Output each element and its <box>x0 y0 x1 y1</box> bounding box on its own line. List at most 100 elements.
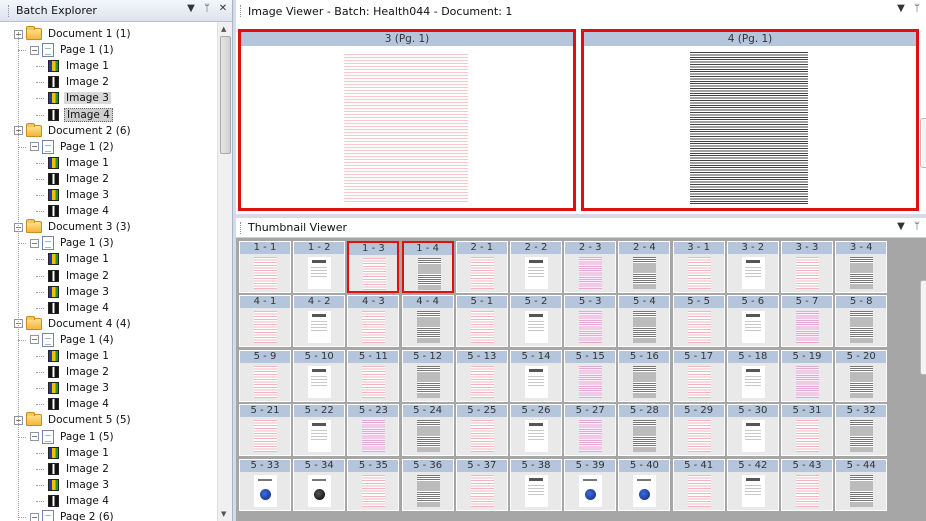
thumbnail-item[interactable]: 5 - 27 <box>564 404 617 457</box>
thumbnail-item[interactable]: 5 - 31 <box>781 404 833 457</box>
thumbnail-item[interactable]: 5 - 35 <box>347 458 400 511</box>
thumbnail-item[interactable]: 2 - 1 <box>455 241 508 293</box>
thumbnail-item[interactable]: 5 - 23 <box>347 404 400 457</box>
thumbnail-item[interactable]: 3 - 1 <box>672 241 725 293</box>
collapse-icon[interactable]: − <box>30 335 39 345</box>
thumbnail-item[interactable]: 5 - 14 <box>510 349 562 402</box>
tree-page-node[interactable]: − Page 1 (1) <box>30 42 116 58</box>
dropdown-icon[interactable]: ▼ <box>896 3 906 14</box>
tree-page-node[interactable]: − Page 1 (3) <box>30 235 116 251</box>
thumbnail-item[interactable]: 5 - 20 <box>835 349 888 402</box>
thumbnail-item[interactable]: 5 - 26 <box>510 404 562 457</box>
thumbnail-item[interactable]: 5 - 18 <box>726 349 779 402</box>
thumbnail-item[interactable]: 1 - 4 <box>401 241 454 293</box>
thumbnail-item[interactable]: 4 - 4 <box>401 295 454 348</box>
tree-image-node[interactable]: Image 1 <box>48 58 111 74</box>
pin-icon[interactable]: ᛘ <box>912 3 922 14</box>
thumbnail-item[interactable]: 5 - 16 <box>618 349 671 402</box>
scroll-down-icon[interactable]: ▼ <box>221 510 226 518</box>
thumbnail-item[interactable]: 5 - 32 <box>835 404 888 457</box>
tree-page-node[interactable]: − Page 1 (5) <box>30 429 116 445</box>
close-icon[interactable]: ✕ <box>218 3 228 14</box>
thumbnail-item[interactable]: 5 - 44 <box>835 458 888 511</box>
tree-image-node[interactable]: Image 2 <box>48 268 111 284</box>
thumbnail-item[interactable]: 5 - 21 <box>239 404 291 457</box>
thumbnail-item[interactable]: 5 - 40 <box>618 458 671 511</box>
thumbnail-item[interactable]: 4 - 3 <box>347 295 400 348</box>
thumbnail-item[interactable]: 5 - 29 <box>672 404 725 457</box>
tree-image-node[interactable]: Image 1 <box>48 348 111 364</box>
drag-grip-icon[interactable] <box>8 4 11 17</box>
tree-page-node[interactable]: − Page 1 (2) <box>30 139 116 155</box>
dropdown-icon[interactable]: ▼ <box>186 3 196 14</box>
thumbnail-item[interactable]: 3 - 4 <box>835 241 888 293</box>
tree-image-node[interactable]: Image 4 <box>48 203 111 219</box>
thumbnail-item[interactable]: 5 - 37 <box>455 458 508 511</box>
thumbnail-item[interactable]: 5 - 9 <box>239 349 291 402</box>
tree-image-node[interactable]: Image 4 <box>48 493 111 509</box>
tree-image-node[interactable]: Image 4 <box>48 396 111 412</box>
thumbnail-item[interactable]: 5 - 33 <box>239 458 291 511</box>
tree-image-node[interactable]: Image 1 <box>48 155 111 171</box>
tree-document-node[interactable]: − Document 5 (5) <box>14 412 133 428</box>
thumbnail-item[interactable]: 3 - 3 <box>781 241 833 293</box>
collapse-icon[interactable]: − <box>30 512 39 521</box>
thumbnail-item[interactable]: 5 - 22 <box>293 404 346 457</box>
drag-grip-icon[interactable] <box>240 221 243 234</box>
tree-image-node[interactable]: Image 1 <box>48 251 111 267</box>
thumbnail-item[interactable]: 4 - 2 <box>293 295 346 348</box>
pin-icon[interactable]: ᛘ <box>202 3 212 14</box>
thumbnail-item[interactable]: 5 - 28 <box>618 404 671 457</box>
thumbnail-item[interactable]: 5 - 24 <box>401 404 454 457</box>
tree-image-node[interactable]: Image 4 <box>48 107 113 123</box>
thumbnail-item[interactable]: 5 - 43 <box>781 458 833 511</box>
tree-image-node[interactable]: Image 1 <box>48 445 111 461</box>
thumbnail-item[interactable]: 5 - 42 <box>726 458 779 511</box>
thumbnail-item[interactable]: 5 - 34 <box>293 458 346 511</box>
thumbnail-item[interactable]: 5 - 1 <box>455 295 508 348</box>
viewer-page-4[interactable]: 4 (Pg. 1) <box>581 29 919 211</box>
tree-document-node[interactable]: − Document 2 (6) <box>14 122 133 139</box>
thumbnail-item[interactable]: 1 - 1 <box>239 241 291 293</box>
tree-scrollbar[interactable]: ▲ ▼ <box>217 22 232 521</box>
scrollbar-thumb[interactable] <box>220 36 231 154</box>
tree-page-node[interactable]: − Page 1 (4) <box>30 332 116 348</box>
thumbnail-item[interactable]: 2 - 3 <box>564 241 617 293</box>
thumbnail-item[interactable]: 5 - 3 <box>564 295 617 348</box>
tree-document-node[interactable]: − Document 4 (4) <box>14 315 133 332</box>
thumbnail-item[interactable]: 4 - 1 <box>239 295 291 348</box>
tree-image-node[interactable]: Image 2 <box>48 364 111 380</box>
thumbnail-item[interactable]: 5 - 15 <box>564 349 617 402</box>
thumbnail-item[interactable]: 5 - 7 <box>781 295 833 348</box>
thumbnail-item[interactable]: 5 - 39 <box>564 458 617 511</box>
drag-grip-icon[interactable] <box>240 5 243 17</box>
thumbnail-item[interactable]: 5 - 2 <box>510 295 562 348</box>
thumbnail-item[interactable]: 5 - 11 <box>347 349 400 402</box>
viewer-scrollbar[interactable] <box>920 118 926 168</box>
viewer-page-3[interactable]: 3 (Pg. 1) <box>238 29 576 211</box>
thumbnail-item[interactable]: 5 - 41 <box>672 458 725 511</box>
thumbnail-item[interactable]: 5 - 4 <box>618 295 671 348</box>
thumbnail-item[interactable]: 5 - 19 <box>781 349 833 402</box>
thumbnail-item[interactable]: 1 - 3 <box>347 241 400 293</box>
thumbnail-item[interactable]: 5 - 6 <box>726 295 779 348</box>
tree-image-node[interactable]: Image 3 <box>48 187 111 203</box>
thumbnail-item[interactable]: 3 - 2 <box>726 241 779 293</box>
tree-image-node[interactable]: Image 3 <box>48 90 111 106</box>
dropdown-icon[interactable]: ▼ <box>896 221 906 232</box>
thumbnail-item[interactable]: 5 - 12 <box>401 349 454 402</box>
collapse-icon[interactable]: − <box>30 432 39 441</box>
thumbnail-item[interactable]: 5 - 25 <box>455 404 508 457</box>
thumbnail-item[interactable]: 5 - 10 <box>293 349 346 402</box>
tree-image-node[interactable]: Image 3 <box>48 380 111 396</box>
thumbnail-item[interactable]: 5 - 38 <box>510 458 562 511</box>
tree-image-node[interactable]: Image 2 <box>48 74 111 90</box>
tree-image-node[interactable]: Image 3 <box>48 477 111 493</box>
tree-image-node[interactable]: Image 4 <box>48 300 111 316</box>
thumbnail-item[interactable]: 5 - 17 <box>672 349 725 402</box>
thumbnail-item[interactable]: 5 - 36 <box>401 458 454 511</box>
thumbnail-item[interactable]: 1 - 2 <box>293 241 346 293</box>
pin-icon[interactable]: ᛘ <box>912 221 922 232</box>
tree-image-node[interactable]: Image 2 <box>48 461 111 477</box>
tree-page-node[interactable]: − Page 2 (6) <box>30 509 116 521</box>
